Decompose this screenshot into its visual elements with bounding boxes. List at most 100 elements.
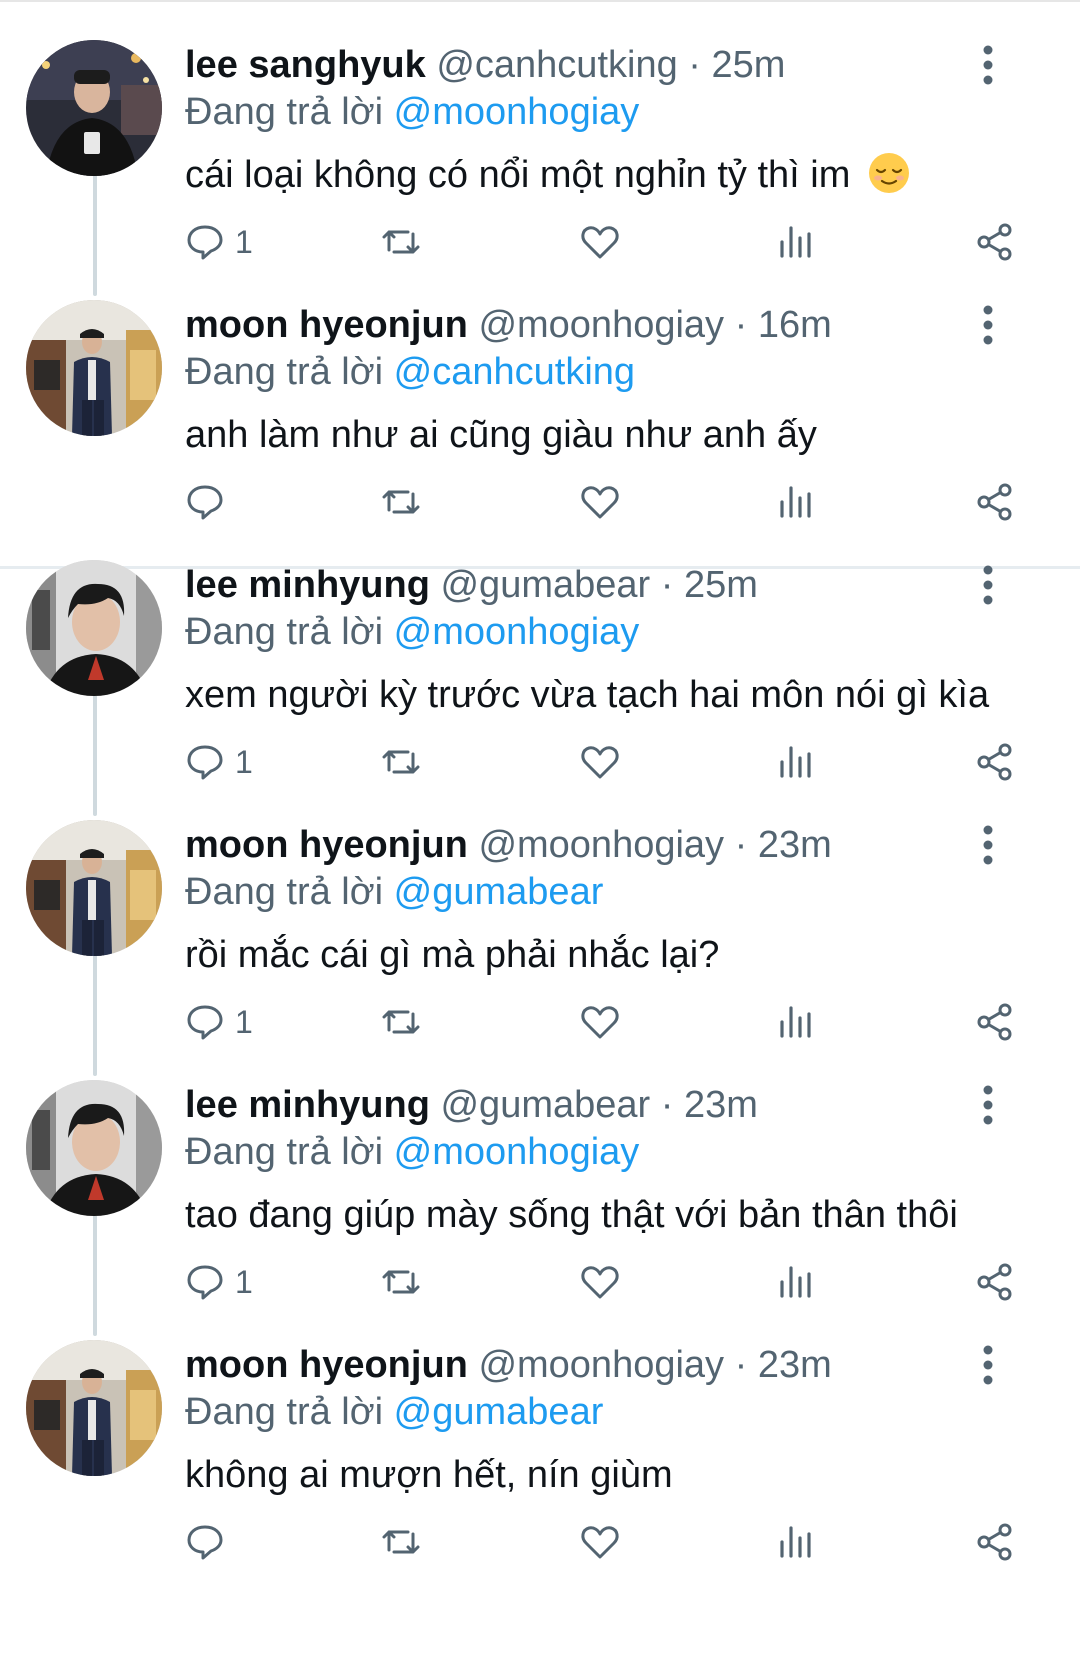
share-button[interactable] (975, 1517, 1015, 1567)
reply-button[interactable] (185, 1517, 235, 1567)
tweet-text: anh làm như ai cũng giàu như anh ấy (185, 414, 817, 456)
tweet-text: rồi mắc cái gì mà phải nhắc lại? (185, 934, 720, 976)
mention-link[interactable]: @gumabear (394, 871, 604, 913)
avatar[interactable] (26, 300, 162, 436)
retweet-icon (382, 1530, 420, 1554)
display-name[interactable]: lee minhyung (185, 564, 430, 606)
display-name[interactable]: lee minhyung (185, 1084, 430, 1126)
display-name[interactable]: moon hyeonjun (185, 1344, 468, 1386)
tweet[interactable]: moon hyeonjun @moonhogiay · 16m Đang trả… (0, 260, 1080, 536)
timestamp[interactable]: 23m (758, 1344, 832, 1386)
avatar[interactable] (26, 1340, 162, 1476)
reply-icon (187, 1005, 223, 1040)
replying-to-line: Đang trả lời @canhcutking (185, 347, 635, 397)
relieved-face-emoji-icon (868, 153, 909, 193)
avatar-image-suit (26, 820, 162, 956)
share-icon (977, 1523, 1012, 1561)
replying-to-line: Đang trả lời @gumabear (185, 867, 603, 917)
mention-link[interactable]: @moonhogiay (394, 611, 640, 653)
reply-count: 1 (235, 224, 253, 260)
reply-count: 1 (235, 744, 253, 780)
mention-link[interactable]: @canhcutking (394, 351, 635, 393)
more-options-icon[interactable] (968, 823, 1008, 867)
separator-dot: · (688, 44, 701, 86)
avatar[interactable] (26, 560, 162, 696)
views-button[interactable] (776, 1517, 816, 1567)
user-handle[interactable]: @canhcutking (436, 44, 677, 86)
avatar-image-portrait (26, 1080, 162, 1216)
avatar-image-suit (26, 1340, 162, 1476)
separator-dot: · (660, 1084, 674, 1126)
user-handle[interactable]: @gumabear (440, 1084, 650, 1126)
more-options-icon[interactable] (968, 1083, 1008, 1127)
tweet-header: lee minhyung @gumabear · 23m (185, 1080, 758, 1130)
more-options-icon[interactable] (968, 43, 1008, 87)
share-icon (977, 1003, 1012, 1041)
user-handle[interactable]: @gumabear (440, 564, 650, 606)
replying-to-label: Đang trả lời (185, 351, 384, 393)
mention-link[interactable]: @moonhogiay (394, 91, 640, 133)
tweet[interactable]: lee minhyung @gumabear · 23m Đang trả lờ… (0, 1040, 1080, 1316)
avatar-image-suit (26, 300, 162, 436)
like-button[interactable] (580, 1517, 620, 1567)
replying-to-label: Đang trả lời (185, 91, 384, 133)
retweet-button[interactable] (381, 1517, 421, 1567)
heart-icon (581, 1006, 619, 1039)
retweet-icon (382, 1270, 420, 1294)
user-handle[interactable]: @moonhogiay (478, 1344, 724, 1386)
timestamp[interactable]: 25m (684, 564, 758, 606)
reply-count: 1 (235, 1004, 253, 1040)
heart-icon (581, 746, 619, 779)
more-options-icon[interactable] (968, 1343, 1008, 1387)
replying-to-line: Đang trả lời @moonhogiay (185, 87, 639, 137)
timestamp[interactable]: 16m (758, 304, 832, 346)
tweet[interactable]: moon hyeonjun @moonhogiay · 23m Đang trả… (0, 1300, 1080, 1576)
share-icon (977, 743, 1012, 781)
heart-icon (581, 1266, 619, 1299)
replying-to-line: Đang trả lời @moonhogiay (185, 1127, 639, 1177)
tweet-text: cái loại không có nổi một nghỉn tỷ thì i… (185, 150, 911, 200)
heart-icon (581, 1526, 619, 1559)
avatar[interactable] (26, 40, 162, 176)
separator-dot: · (660, 564, 674, 606)
tweet-header: moon hyeonjun @moonhogiay · 23m (185, 1340, 832, 1390)
tweet-header: lee minhyung @gumabear · 25m (185, 560, 758, 610)
timestamp[interactable]: 25m (712, 44, 786, 86)
share-icon (977, 483, 1012, 521)
tweet[interactable]: moon hyeonjun @moonhogiay · 23m Đang trả… (0, 780, 1080, 1056)
tweet-header: moon hyeonjun @moonhogiay · 16m (185, 300, 832, 350)
retweet-icon (382, 230, 420, 254)
avatar-image-night (26, 40, 162, 176)
avatar[interactable] (26, 820, 162, 956)
separator-dot: · (734, 824, 748, 866)
mention-link[interactable]: @gumabear (394, 1391, 604, 1433)
timestamp[interactable]: 23m (758, 824, 832, 866)
separator-dot: · (734, 1344, 748, 1386)
replying-to-label: Đang trả lời (185, 871, 384, 913)
avatar[interactable] (26, 1080, 162, 1216)
display-name[interactable]: moon hyeonjun (185, 824, 468, 866)
tweet-text-content: cái loại không có nổi một nghỉn tỷ thì i… (185, 154, 851, 196)
analytics-icon (780, 1266, 811, 1298)
replying-to-label: Đang trả lời (185, 1131, 384, 1173)
tweet-text: tao đang giúp mày sống thật với bản thân… (185, 1194, 958, 1236)
reply-icon (187, 745, 223, 780)
timestamp[interactable]: 23m (684, 1084, 758, 1126)
user-handle[interactable]: @moonhogiay (478, 824, 724, 866)
tweet[interactable]: lee minhyung @gumabear · 25m Đang trả lờ… (0, 520, 1080, 796)
mention-link[interactable]: @moonhogiay (394, 1131, 640, 1173)
heart-icon (581, 486, 619, 519)
retweet-icon (382, 750, 420, 774)
display-name[interactable]: moon hyeonjun (185, 304, 468, 346)
tweet[interactable]: lee sanghyuk @canhcutking · 25m Đang trả… (0, 0, 1080, 276)
retweet-icon (382, 490, 420, 514)
display-name[interactable]: lee sanghyuk (185, 44, 426, 86)
thread-1: lee sanghyuk @canhcutking · 25m Đang trả… (0, 0, 1080, 566)
tweet-text: xem người kỳ trước vừa tạch hai môn nói … (185, 674, 990, 716)
tweet-header: moon hyeonjun @moonhogiay · 23m (185, 820, 832, 870)
more-options-icon[interactable] (968, 563, 1008, 607)
analytics-icon (780, 226, 811, 258)
more-options-icon[interactable] (968, 303, 1008, 347)
user-handle[interactable]: @moonhogiay (478, 304, 724, 346)
tweet-actions (0, 1517, 1080, 1567)
